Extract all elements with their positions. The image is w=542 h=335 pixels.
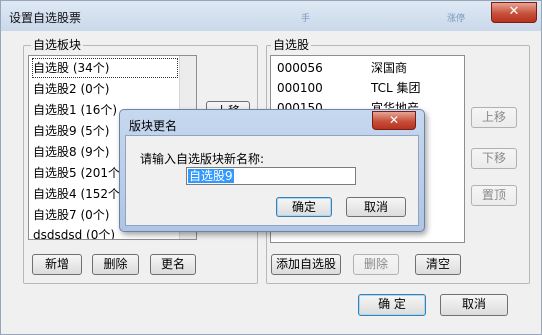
ok-button[interactable]: 确 定 [358,294,426,316]
move-down-button[interactable]: 下移 [471,148,517,169]
move-up-button[interactable]: 上移 [471,107,517,128]
background-fragment: 涨停 [447,14,466,24]
settings-window: 设置自选股票 手 涨停 ✕ 自选板块 自选股 (34个) 自选股2 (0个) 自… [0,0,542,335]
rename-dialog: 版块更名 ✕ 请输入自选版块新名称: 自选股9 确定 取消 [119,109,425,232]
stock-row[interactable]: 000056 深国商 [277,58,407,78]
dialog-close-button[interactable]: ✕ [372,111,416,130]
window-close-button[interactable]: ✕ [491,2,537,23]
sector-item[interactable]: 自选股9 (5个) [33,122,109,140]
new-sector-button[interactable]: 新增 [32,254,82,275]
stock-row[interactable]: 000100 TCL 集团 [277,78,421,98]
stock-group-label: 自选股 [271,36,312,53]
stock-code: 000100 [277,81,323,95]
title-bar: 设置自选股票 手 涨停 ✕ [1,1,541,31]
sector-item[interactable]: 自选股5 (201个) [33,164,125,182]
sector-item[interactable]: dsdsdsd (0个) [33,226,115,239]
sector-item[interactable]: 自选股7 (0个) [33,206,109,224]
stock-name: TCL 集团 [371,81,421,95]
delete-stock-button[interactable]: 删除 [353,254,399,275]
dialog-ok-button[interactable]: 确定 [276,197,332,217]
pin-top-button[interactable]: 置顶 [471,185,517,206]
stock-code: 000056 [277,61,323,75]
rename-dialog-title: 版块更名 [129,119,178,133]
sector-item[interactable]: 自选股2 (0个) [33,80,109,98]
rename-sector-button[interactable]: 更名 [150,254,196,275]
rename-dialog-body: 请输入自选版块新名称: 自选股9 确定 取消 [125,135,419,226]
sector-item[interactable]: 自选股 (34个) [32,58,178,78]
dialog-cancel-button[interactable]: 取消 [346,197,406,217]
sector-item[interactable]: 自选股1 (16个) [33,101,117,119]
window-title: 设置自选股票 [9,11,82,25]
close-icon: ✕ [508,4,520,19]
close-icon: ✕ [388,113,400,127]
new-name-input[interactable]: 自选股9 [186,167,356,185]
cancel-button[interactable]: 取消 [440,294,508,316]
stock-name: 深国商 [371,61,408,75]
sector-item[interactable]: 自选股8 (9个) [33,143,109,161]
clear-stocks-button[interactable]: 清空 [415,254,461,275]
add-stock-button[interactable]: 添加自选股 [271,254,341,275]
sector-group-label: 自选板块 [31,36,84,53]
delete-sector-button[interactable]: 删除 [92,254,139,275]
sector-item[interactable]: 自选股4 (152个) [33,185,125,203]
rename-prompt: 请输入自选版块新名称: [140,152,265,166]
background-fragment: 手 [301,14,311,24]
selected-input-text: 自选股9 [188,169,234,183]
